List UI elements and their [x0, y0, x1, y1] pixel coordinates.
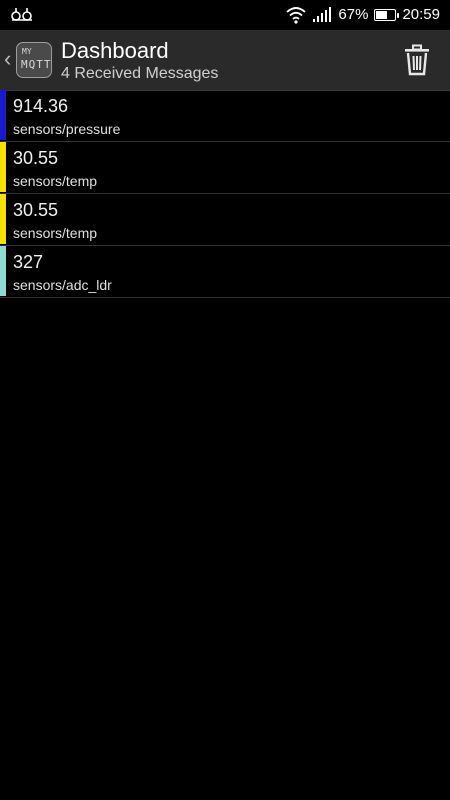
message-count: 4 Received Messages — [61, 65, 219, 82]
wifi-icon — [286, 0, 307, 30]
screen: 67% 20:59 ‹ MY MQTT Dashboard 4 Received… — [0, 0, 450, 800]
cellular-signal-icon — [312, 0, 332, 30]
app-notification-icon — [10, 4, 34, 24]
message-value: 914.36 — [13, 96, 69, 116]
battery-percent: 67% — [338, 6, 369, 23]
list-item[interactable]: 30.55 sensors/temp — [0, 194, 450, 246]
topic-color-indicator — [0, 90, 6, 140]
topic-color-indicator — [0, 142, 6, 192]
logo-text-mqtt: MQTT — [21, 58, 52, 71]
delete-messages-button[interactable] — [402, 44, 432, 76]
app-logo[interactable]: MY MQTT — [16, 42, 52, 78]
trash-icon — [405, 44, 429, 76]
list-item[interactable]: 914.36 sensors/pressure — [0, 90, 450, 142]
app-bar: ‹ MY MQTT Dashboard 4 Received Messages — [0, 30, 450, 91]
message-list: 914.36 sensors/pressure 30.55 sensors/te… — [0, 90, 450, 298]
message-topic: sensors/pressure — [13, 121, 121, 137]
battery-level — [376, 11, 388, 19]
message-value: 30.55 — [13, 200, 59, 220]
status-bar: 67% 20:59 — [0, 0, 450, 30]
page-title: Dashboard — [61, 38, 169, 63]
message-topic: sensors/temp — [13, 225, 98, 241]
chevron-left-icon[interactable]: ‹ — [4, 48, 16, 70]
clock: 20:59 — [402, 6, 440, 23]
message-value: 30.55 — [13, 148, 59, 168]
message-topic: sensors/temp — [13, 173, 98, 189]
message-value: 327 — [13, 252, 44, 272]
list-item[interactable]: 327 sensors/adc_ldr — [0, 246, 450, 298]
list-item[interactable]: 30.55 sensors/temp — [0, 142, 450, 194]
status-indicators: 67% 20:59 — [286, 0, 440, 30]
message-topic: sensors/adc_ldr — [13, 277, 112, 293]
topic-color-indicator — [0, 246, 6, 296]
battery-icon — [374, 9, 400, 21]
logo-text-my: MY — [22, 47, 32, 56]
topic-color-indicator — [0, 194, 6, 244]
